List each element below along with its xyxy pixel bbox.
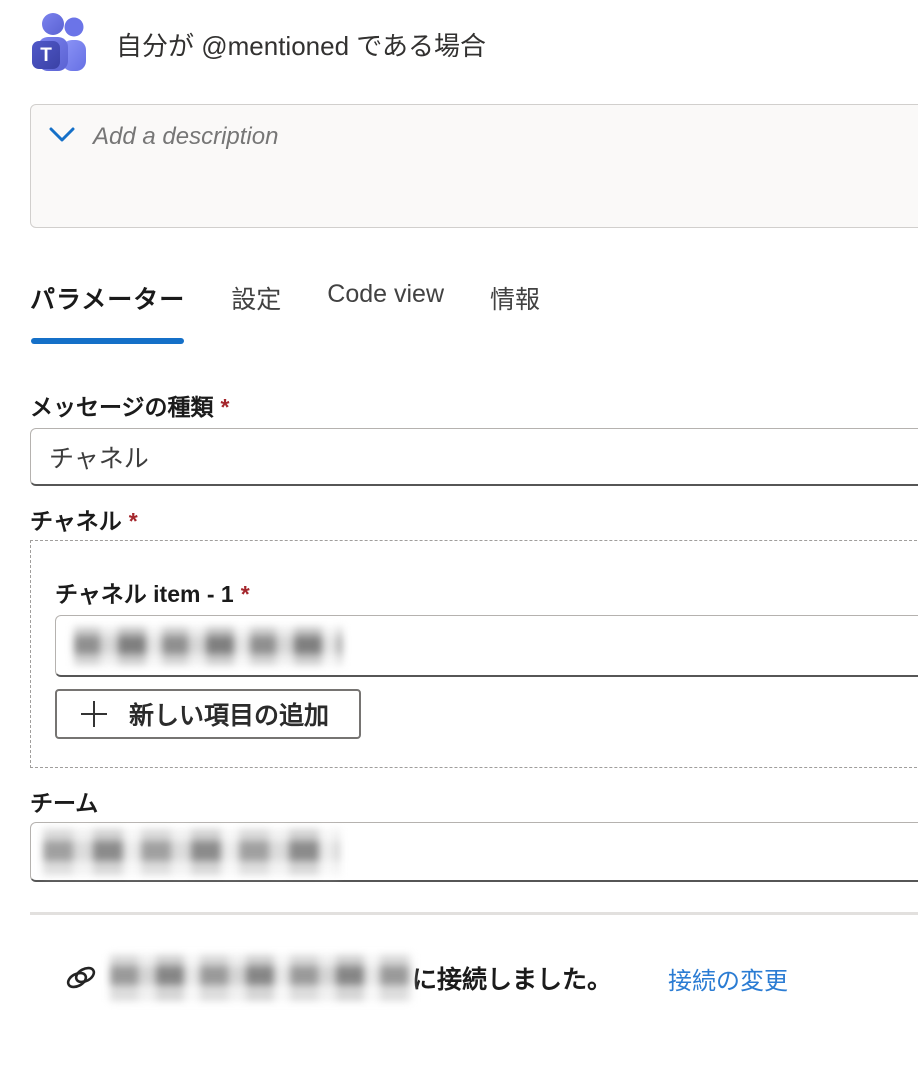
svg-text:T: T <box>40 45 52 66</box>
connection-status-suffix: に接続しました。 <box>412 960 612 996</box>
tab-settings[interactable]: 設定 <box>231 280 281 344</box>
chevron-down-icon[interactable] <box>49 127 75 143</box>
channel-items-group: チャネル item - 1* 新しい項目の追加 <box>30 540 918 768</box>
connection-row: に接続しました。 接続の変更 <box>64 955 918 1001</box>
team-label: チーム <box>30 790 918 816</box>
change-connection-link[interactable]: 接続の変更 <box>668 961 788 996</box>
section-divider <box>30 912 918 915</box>
description-box[interactable]: Add a description <box>30 104 918 228</box>
page-title: 自分が @mentioned である場合 <box>116 26 486 63</box>
description-placeholder: Add a description <box>93 121 278 151</box>
required-asterisk: * <box>129 508 138 534</box>
team-input[interactable] <box>30 822 918 882</box>
tab-bar: パラメーター 設定 Code view 情報 <box>30 280 918 344</box>
message-type-input[interactable]: チャネル <box>30 428 918 486</box>
required-asterisk: * <box>241 581 250 607</box>
tab-about[interactable]: 情報 <box>490 280 540 344</box>
redacted-channel-value <box>74 627 342 665</box>
add-new-item-button[interactable]: 新しい項目の追加 <box>55 689 361 739</box>
required-asterisk: * <box>221 394 230 420</box>
link-icon <box>64 962 98 994</box>
connection-status: に接続しました。 <box>110 955 612 1001</box>
redacted-connection-name <box>110 955 412 1001</box>
trigger-card: T 自分が @mentioned である場合 Add a description… <box>0 0 918 1076</box>
add-new-item-label: 新しい項目の追加 <box>129 696 329 732</box>
channel-item-input[interactable] <box>55 615 918 677</box>
channel-label: チャネル* <box>30 508 918 534</box>
message-type-label: メッセージの種類* <box>30 394 918 420</box>
tab-code-view[interactable]: Code view <box>327 280 444 344</box>
header: T 自分が @mentioned である場合 <box>28 10 918 78</box>
redacted-team-value <box>43 829 339 875</box>
channel-item-label: チャネル item - 1* <box>55 581 918 607</box>
message-type-value: チャネル <box>49 439 149 475</box>
teams-icon: T <box>28 11 90 77</box>
plus-icon <box>79 699 109 729</box>
tab-parameters[interactable]: パラメーター <box>30 280 185 344</box>
